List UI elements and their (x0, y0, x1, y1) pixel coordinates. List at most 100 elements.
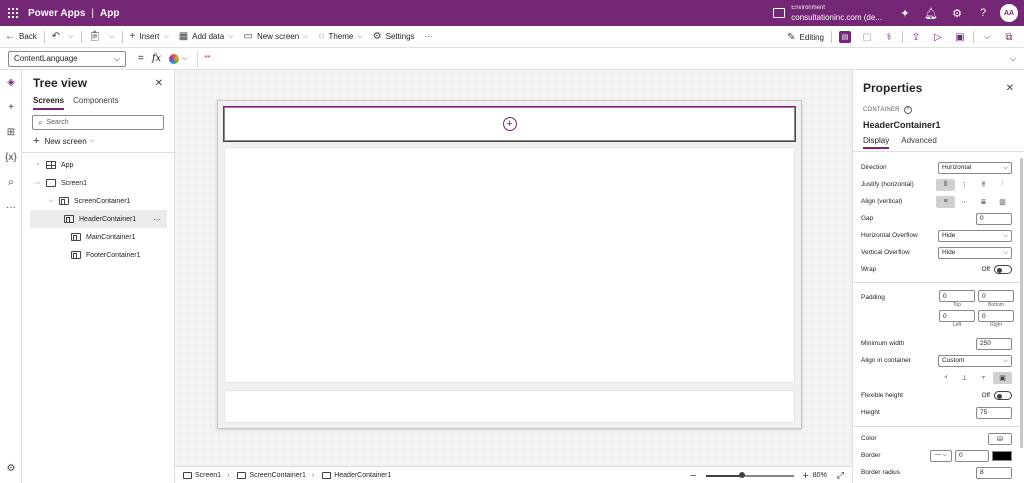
padding-bottom-input[interactable]: 0 (978, 290, 1014, 302)
data-table-icon[interactable]: ⊞ (0, 120, 22, 145)
footer-container[interactable] (224, 390, 795, 423)
preview-play-icon[interactable]: ▷ (927, 26, 949, 48)
share-icon[interactable]: ⇪ (905, 26, 927, 48)
control-name[interactable]: HeaderContainer1 (853, 114, 1024, 130)
more-icon[interactable]: ··· (0, 195, 22, 220)
editing-mode-button[interactable]: ✎ Editing (782, 26, 829, 48)
align-start-icon[interactable]: ⫞ (936, 372, 955, 384)
add-data-button[interactable]: ▦ Add data ⌵ (174, 26, 239, 48)
app-checker-button[interactable]: ▤ (834, 26, 856, 48)
more-options-icon[interactable]: ··· (153, 215, 161, 224)
add-control-plus-icon[interactable]: + (502, 117, 517, 131)
new-screen-button[interactable]: + New screen ⌵ (33, 134, 163, 148)
more-commands-button[interactable]: ··· (420, 26, 438, 48)
save-chevron-down-icon[interactable]: ⌵ (976, 26, 998, 48)
align-center-icon[interactable]: ⊥ (955, 372, 974, 384)
align-end-icon[interactable]: ⫟ (974, 372, 993, 384)
tree-search-input[interactable]: ⌕ Search (32, 115, 164, 130)
align-in-container-dropdown[interactable]: Custom ⌵ (938, 354, 1012, 367)
app-checker-icon[interactable]: ⚕ (878, 26, 900, 48)
color-picker[interactable]: ⛁ (988, 432, 1012, 445)
insert-button[interactable]: + Insert ⌵ (125, 26, 174, 48)
settings-gear-icon[interactable]: ⚙ (944, 0, 970, 26)
comments-icon[interactable]: ▢ (856, 26, 878, 48)
padding-left-input[interactable]: 0 (939, 310, 975, 322)
align-bottom-icon[interactable]: ≣ (974, 196, 993, 208)
copilot-icon[interactable]: ✦ (892, 0, 918, 26)
property-selector[interactable]: ContentLanguage ⌵ (8, 50, 126, 67)
align-top-icon[interactable]: ≡ (936, 195, 955, 208)
theme-button[interactable]: ◌ Theme ⌵ (314, 26, 368, 48)
help-icon[interactable]: ? (970, 0, 996, 26)
breadcrumb-screencontainer1[interactable]: ScreenContainer1 (237, 471, 306, 479)
back-button[interactable]: ← Back (0, 26, 42, 48)
align-center-icon[interactable]: ⋯ (955, 196, 974, 208)
flexible-height-toggle[interactable]: Off (981, 391, 1012, 400)
properties-scrollbar[interactable] (1020, 158, 1023, 448)
settings-button[interactable]: ⚙ Settings (368, 26, 420, 48)
paste-button[interactable]: 📋︎ ⌵ (84, 26, 120, 48)
justify-center-icon[interactable]: ⋮ (955, 179, 974, 191)
justify-end-icon[interactable]: ⫵ (974, 179, 993, 191)
wrap-toggle[interactable]: Off (981, 265, 1012, 274)
horizontal-overflow-dropdown[interactable]: Hide ⌵ (938, 229, 1012, 242)
align-stretch-icon[interactable]: ▣ (993, 371, 1012, 384)
zoom-in-icon[interactable]: + (802, 470, 808, 482)
tree-node-footercontainer1[interactable]: FooterContainer1 (22, 246, 174, 264)
border-width-input[interactable]: 0 (955, 449, 989, 462)
fit-to-window-icon[interactable]: ⤢ (837, 470, 844, 481)
tab-advanced[interactable]: Advanced (901, 136, 937, 149)
padding-top-input[interactable]: 0 (939, 290, 975, 302)
undo-button[interactable]: ↶ ⌵ (47, 26, 79, 48)
zoom-slider-thumb[interactable] (738, 471, 745, 478)
breadcrumb-screen1[interactable]: Screen1 (183, 471, 221, 479)
main-container[interactable] (224, 147, 795, 383)
screen1-canvas[interactable]: + (217, 100, 802, 429)
tab-display[interactable]: Display (863, 136, 890, 149)
tab-screens[interactable]: Screens (33, 96, 65, 110)
tree-node-screen1[interactable]: ⌵ Screen1 (22, 174, 174, 192)
settings-gear-icon[interactable]: ⚙ (0, 456, 22, 481)
header-container[interactable]: + (223, 106, 796, 142)
gap-input[interactable]: 0 (976, 212, 1012, 225)
toggle-switch[interactable] (994, 265, 1012, 274)
tree-view-layers-icon[interactable]: ◈ (0, 70, 22, 95)
app-name[interactable]: App (100, 8, 119, 19)
search-icon[interactable]: ⌕ (0, 170, 22, 195)
border-color-swatch[interactable] (992, 450, 1012, 461)
expand-formula-chevron-icon[interactable]: ⌵ (1002, 54, 1024, 64)
justify-start-icon[interactable]: ⫴ (936, 178, 955, 191)
variables-icon[interactable]: {x} (0, 145, 22, 170)
design-canvas[interactable]: + (175, 70, 852, 466)
environment-picker[interactable]: Environment consultationinc.com (de... (773, 4, 882, 22)
help-icon[interactable]: ? (903, 106, 912, 114)
toggle-switch[interactable] (994, 391, 1012, 400)
align-stretch-icon[interactable]: ▥ (993, 196, 1012, 208)
new-screen-button[interactable]: ▭ New screen ⌵ (238, 26, 313, 48)
tree-node-screencontainer1[interactable]: ⌵ ScreenContainer1 (22, 192, 174, 210)
justify-space-between-icon[interactable]: ⫶ (993, 179, 1012, 191)
close-icon[interactable]: ✕ (155, 78, 163, 89)
direction-dropdown[interactable]: Horizontal ⌵ (938, 161, 1012, 174)
minimum-width-input[interactable]: 250 (976, 337, 1012, 350)
tree-node-headercontainer1[interactable]: HeaderContainer1 ··· (30, 210, 167, 228)
vertical-overflow-dropdown[interactable]: Hide ⌵ (938, 246, 1012, 259)
tree-node-app[interactable]: › App (22, 156, 174, 174)
copilot-formula-button[interactable]: ⌵ (169, 51, 191, 67)
insert-plus-icon[interactable]: + (0, 95, 22, 120)
close-icon[interactable]: ✕ (1006, 83, 1014, 94)
height-input[interactable]: 75 (976, 406, 1012, 419)
border-style-dropdown[interactable]: — ⌵ (930, 449, 952, 462)
tab-components[interactable]: Components (73, 96, 118, 108)
border-radius-input[interactable]: 8 (976, 466, 1012, 479)
breadcrumb-headercontainer1[interactable]: HeaderContainer1 (322, 471, 391, 479)
save-icon[interactable]: ▣ (949, 26, 971, 48)
tree-node-maincontainer1[interactable]: MainContainer1 (22, 228, 174, 246)
publish-icon[interactable]: ⧉ (998, 26, 1020, 48)
formula-input[interactable]: "" (197, 50, 1002, 67)
notifications-icon[interactable]: 🔔︎ (918, 0, 944, 26)
zoom-slider[interactable] (706, 471, 795, 478)
app-launcher-icon[interactable] (0, 0, 26, 26)
avatar[interactable]: AA (1000, 4, 1018, 22)
padding-right-input[interactable]: 0 (978, 310, 1014, 322)
